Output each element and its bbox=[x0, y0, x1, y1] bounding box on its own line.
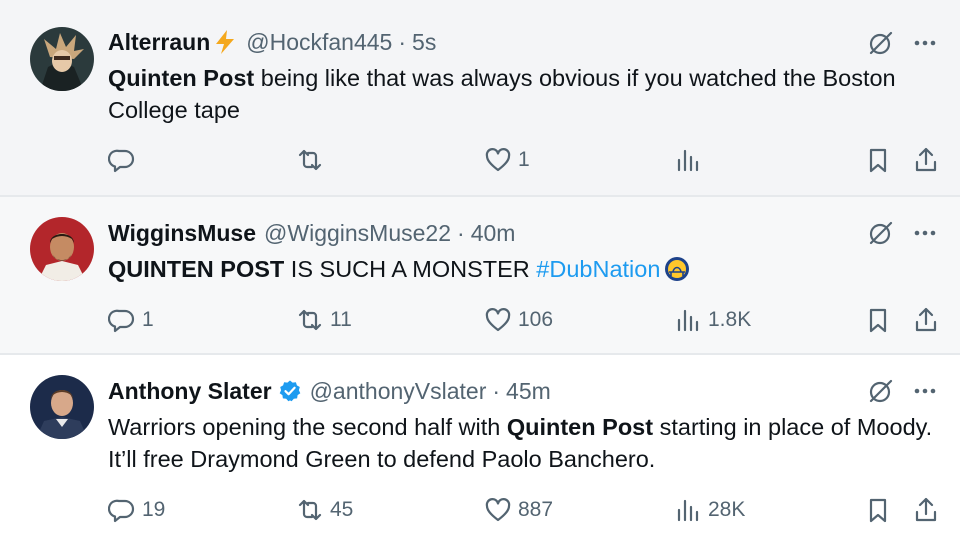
share-icon bbox=[915, 497, 937, 522]
tweet-header: WigginsMuse @WigginsMuse22 · 40m bbox=[108, 219, 515, 247]
heart-icon bbox=[485, 308, 511, 332]
retweet-button[interactable]: 11 bbox=[296, 305, 352, 335]
share-button[interactable] bbox=[912, 145, 940, 175]
avatar[interactable] bbox=[30, 27, 94, 91]
author-handle[interactable]: @WigginsMuse22 bbox=[264, 219, 451, 247]
tweet-feed: Alterraun @Hockfan445 · 5s Quinten Post … bbox=[0, 0, 960, 548]
views-icon bbox=[677, 149, 699, 172]
action-bar: 19 45 887 28K bbox=[108, 495, 940, 525]
like-button[interactable]: 106 bbox=[484, 305, 553, 335]
reply-button[interactable]: 19 bbox=[108, 495, 165, 525]
more-icon[interactable] bbox=[912, 220, 938, 246]
reply-button[interactable]: 1 bbox=[108, 305, 154, 335]
bookmark-button[interactable] bbox=[864, 305, 892, 335]
like-count: 106 bbox=[518, 308, 554, 331]
share-button[interactable] bbox=[912, 305, 940, 335]
retweet-count: 11 bbox=[330, 308, 352, 331]
retweet-icon bbox=[298, 499, 322, 521]
timestamp[interactable]: 40m bbox=[471, 219, 516, 247]
reply-icon bbox=[108, 149, 135, 173]
share-icon bbox=[915, 147, 937, 172]
more-icon[interactable] bbox=[912, 30, 938, 56]
tweet-header: Alterraun @Hockfan445 · 5s bbox=[108, 28, 436, 56]
tweet-top-actions bbox=[868, 30, 938, 56]
bookmark-button[interactable] bbox=[864, 495, 892, 525]
heart-icon bbox=[485, 498, 511, 522]
retweet-icon bbox=[298, 149, 322, 171]
mention-text: Quinten Post bbox=[108, 65, 255, 91]
views-button[interactable]: 1.8K bbox=[674, 305, 751, 335]
bookmark-icon bbox=[869, 308, 887, 333]
grok-icon[interactable] bbox=[868, 378, 894, 404]
retweet-button[interactable]: 45 bbox=[296, 495, 353, 525]
separator-dot: · bbox=[492, 378, 501, 404]
tweet-header: Anthony Slater @anthonyVslater · 45m bbox=[108, 377, 551, 405]
avatar[interactable] bbox=[30, 375, 94, 439]
bookmark-icon bbox=[869, 498, 887, 523]
tweet-text: QUINTEN POST IS SUCH A MONSTER #DubNatio… bbox=[108, 253, 940, 285]
like-button[interactable]: 1 bbox=[484, 145, 530, 175]
heart-icon bbox=[485, 148, 511, 172]
tweet-text: Warriors opening the second half with Qu… bbox=[108, 411, 940, 475]
verified-badge-icon bbox=[278, 379, 302, 403]
retweet-icon bbox=[298, 309, 322, 331]
body-bold-text: Quinten Post bbox=[506, 414, 654, 440]
grok-icon[interactable] bbox=[868, 220, 894, 246]
body-text: IS SUCH A MONSTER bbox=[284, 256, 537, 282]
author-handle[interactable]: @Hockfan445 bbox=[246, 28, 392, 56]
reply-button[interactable] bbox=[108, 145, 142, 175]
author-name[interactable]: Anthony Slater bbox=[108, 377, 272, 405]
lightning-bolt-icon bbox=[212, 29, 238, 55]
warriors-logo-icon bbox=[664, 256, 690, 282]
reply-icon bbox=[108, 309, 135, 333]
like-count: 887 bbox=[518, 498, 554, 521]
avatar[interactable] bbox=[30, 217, 94, 281]
author-name[interactable]: Alterraun bbox=[108, 28, 210, 56]
tweet-top-actions bbox=[868, 378, 938, 404]
hashtag-link[interactable]: #DubNation bbox=[536, 256, 660, 282]
views-button[interactable]: 28K bbox=[674, 495, 745, 525]
views-icon bbox=[677, 499, 699, 522]
views-button[interactable] bbox=[674, 145, 708, 175]
body-bold-text: QUINTEN POST bbox=[108, 256, 285, 282]
retweet-count: 45 bbox=[330, 498, 354, 521]
reply-count: 1 bbox=[142, 308, 154, 331]
timestamp[interactable]: 45m bbox=[506, 377, 551, 405]
tweet-top-actions bbox=[868, 220, 938, 246]
grok-icon[interactable] bbox=[868, 30, 894, 56]
body-text: Warriors opening the second half with bbox=[108, 414, 507, 440]
retweet-button[interactable] bbox=[296, 145, 330, 175]
timestamp[interactable]: 5s bbox=[412, 28, 436, 56]
separator-dot: · bbox=[457, 220, 465, 246]
action-bar: 1 bbox=[108, 145, 940, 175]
reply-count: 19 bbox=[142, 498, 166, 521]
bookmark-button[interactable] bbox=[864, 145, 892, 175]
action-bar: 1 11 106 1.8K bbox=[108, 305, 940, 335]
views-count: 1.8K bbox=[708, 308, 752, 331]
views-count: 28K bbox=[708, 498, 746, 521]
tweet[interactable]: Alterraun @Hockfan445 · 5s Quinten Post … bbox=[0, 0, 960, 197]
bookmark-icon bbox=[869, 148, 887, 173]
share-icon bbox=[915, 307, 937, 332]
like-count: 1 bbox=[518, 148, 530, 171]
author-name[interactable]: WigginsMuse bbox=[108, 219, 256, 247]
separator-dot: · bbox=[398, 29, 407, 55]
like-button[interactable]: 887 bbox=[484, 495, 553, 525]
author-handle[interactable]: @anthonyVslater bbox=[310, 377, 487, 405]
more-icon[interactable] bbox=[912, 378, 938, 404]
views-icon bbox=[677, 309, 699, 332]
tweet-text: Quinten Post being like that was always … bbox=[108, 62, 940, 126]
reply-icon bbox=[108, 499, 135, 523]
share-button[interactable] bbox=[912, 495, 940, 525]
